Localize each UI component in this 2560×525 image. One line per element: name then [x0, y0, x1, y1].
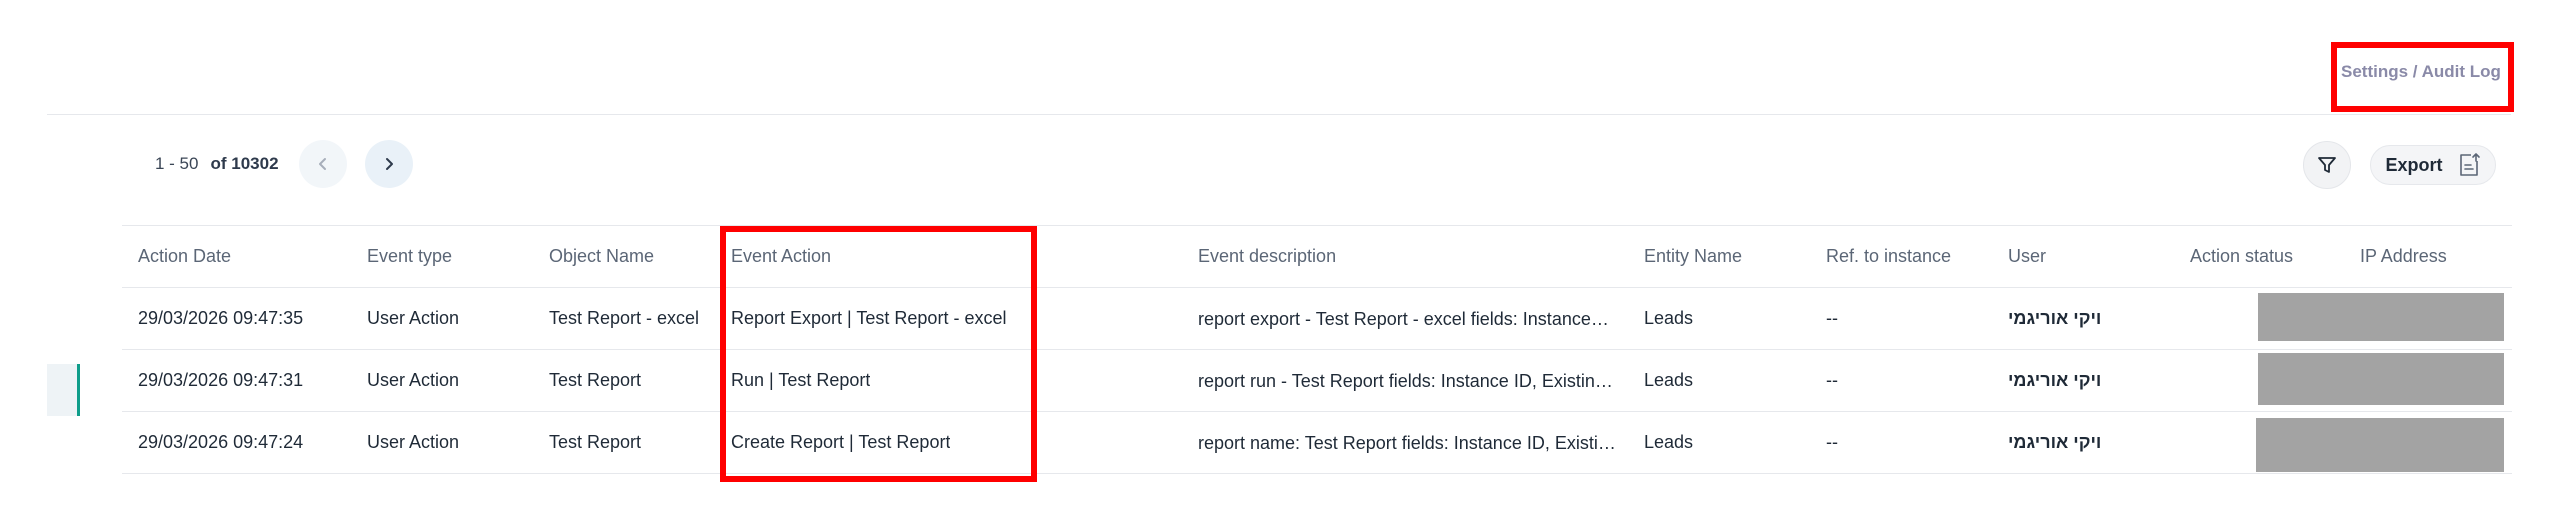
- cell-user: ויקי אוריגמי: [2008, 432, 2102, 452]
- cell-event-type: User Action: [367, 370, 460, 390]
- cell-event-action: Create Report | Test Report: [731, 432, 951, 452]
- chevron-left-icon: [318, 158, 326, 170]
- pagination-range: 1 - 50: [155, 154, 199, 173]
- cell-ref-to-instance: --: [1826, 308, 1838, 328]
- cell-ref-to-instance: --: [1826, 370, 1838, 390]
- cell-event-type: User Action: [367, 432, 460, 452]
- column-header-event-action[interactable]: Event Action: [731, 226, 831, 287]
- chevron-right-icon: [385, 158, 393, 170]
- header-divider: [47, 114, 2511, 115]
- redacted-block: [2256, 418, 2504, 472]
- cell-action-date: 29/03/2026 09:47:31: [138, 370, 304, 390]
- column-header-ref-to-instance[interactable]: Ref. to instance: [1826, 226, 1951, 287]
- cell-event-description: report export - Test Report - excel fiel…: [1198, 309, 1609, 329]
- export-label: Export: [2385, 154, 2443, 175]
- column-header-event-description[interactable]: Event description: [1198, 226, 1336, 287]
- column-header-user[interactable]: User: [2008, 226, 2046, 287]
- audit-log-page: Settings / Audit Log 1 - 50 of 10302 Exp…: [0, 0, 2560, 525]
- cell-user: ויקי אוריגמי: [2008, 370, 2102, 390]
- cell-event-description: report run - Test Report fields: Instanc…: [1198, 371, 1613, 391]
- cell-entity-name: Leads: [1644, 308, 1694, 328]
- cell-action-date: 29/03/2026 09:47:35: [138, 308, 304, 328]
- column-header-action-status[interactable]: Action status: [2190, 226, 2293, 287]
- selected-row-indicator: [47, 364, 80, 416]
- cell-event-action: Run | Test Report: [731, 370, 871, 390]
- filter-icon: [2318, 157, 2336, 173]
- table-row[interactable]: 29/03/2026 09:47:35 User Action Test Rep…: [122, 288, 2512, 350]
- cell-user: ויקי אוריגמי: [2008, 308, 2102, 328]
- table-row[interactable]: 29/03/2026 09:47:24 User Action Test Rep…: [122, 412, 2512, 474]
- filter-button[interactable]: [2303, 141, 2351, 189]
- redacted-block: [2258, 293, 2504, 341]
- export-file-icon: [2459, 153, 2480, 176]
- column-header-ip-address[interactable]: IP Address: [2360, 226, 2447, 287]
- export-button[interactable]: Export: [2370, 145, 2496, 185]
- table-header: Action Date Event type Object Name Event…: [122, 225, 2512, 288]
- column-header-entity-name[interactable]: Entity Name: [1644, 226, 1742, 287]
- cell-event-action: Report Export | Test Report - excel: [731, 308, 1007, 328]
- cell-action-date: 29/03/2026 09:47:24: [138, 432, 304, 452]
- pagination-total: of 10302: [210, 154, 279, 173]
- cell-object-name: Test Report - excel: [549, 308, 700, 328]
- cell-ref-to-instance: --: [1826, 432, 1838, 452]
- cell-event-type: User Action: [367, 308, 460, 328]
- cell-object-name: Test Report: [549, 432, 642, 452]
- cell-entity-name: Leads: [1644, 432, 1694, 452]
- breadcrumb[interactable]: Settings / Audit Log: [2341, 62, 2501, 82]
- column-header-object-name[interactable]: Object Name: [549, 226, 654, 287]
- column-header-action-date[interactable]: Action Date: [138, 226, 231, 287]
- audit-log-table: Action Date Event type Object Name Event…: [122, 225, 2512, 474]
- column-header-event-type[interactable]: Event type: [367, 226, 452, 287]
- cell-object-name: Test Report: [549, 370, 642, 390]
- next-page-button[interactable]: [364, 140, 413, 188]
- cell-entity-name: Leads: [1644, 370, 1694, 390]
- cell-event-description: report name: Test Report fields: Instanc…: [1198, 433, 1616, 453]
- prev-page-button[interactable]: [298, 140, 347, 188]
- pagination: 1 - 50 of 10302: [155, 140, 431, 188]
- table-row[interactable]: 29/03/2026 09:47:31 User Action Test Rep…: [122, 350, 2512, 412]
- redacted-block: [2258, 353, 2504, 405]
